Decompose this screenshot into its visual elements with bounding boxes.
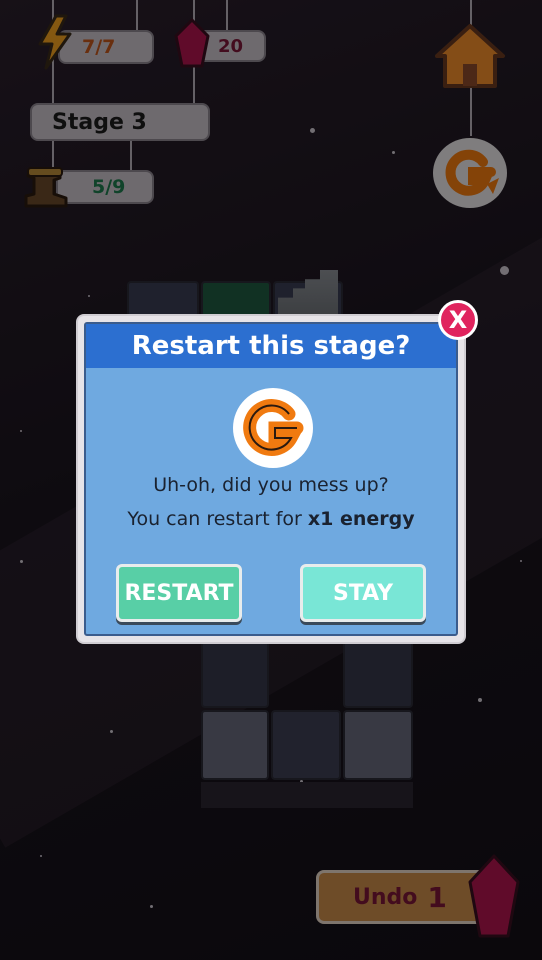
restart-icon: [231, 386, 315, 470]
energy-cost: x1 energy: [307, 508, 415, 530]
restart-dialog: Restart this stage? Uh-oh, did you mess …: [78, 316, 464, 642]
close-icon: X: [448, 306, 468, 334]
dialog-title: Restart this stage?: [86, 324, 456, 368]
dialog-message-line1: Uh-oh, did you mess up?: [153, 474, 389, 496]
dialog-message-line2: You can restart for x1 energy: [86, 508, 456, 530]
stay-button[interactable]: STAY: [300, 564, 426, 622]
dialog-body: Restart this stage? Uh-oh, did you mess …: [84, 322, 458, 636]
dialog-message-prefix: You can restart for: [127, 508, 308, 530]
close-dialog-button[interactable]: X: [438, 300, 478, 340]
restart-confirm-button[interactable]: RESTART: [116, 564, 242, 622]
